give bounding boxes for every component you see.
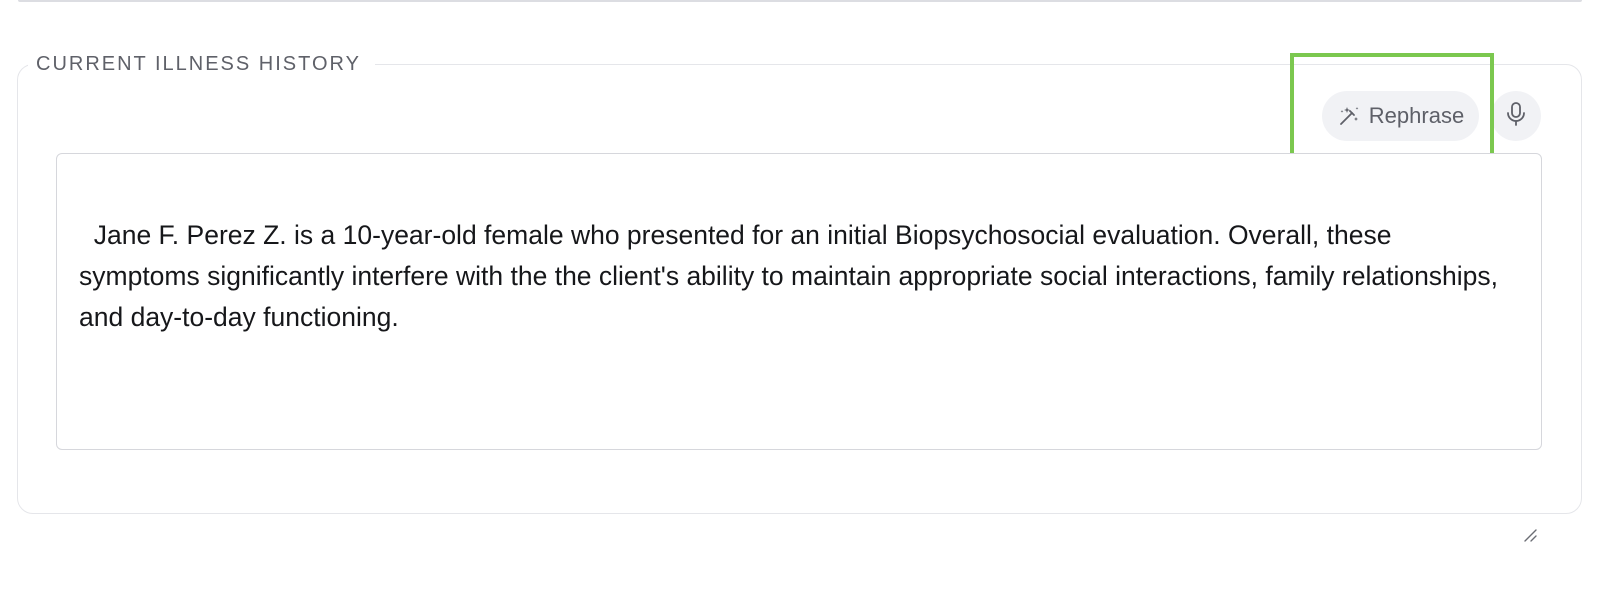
magic-wand-icon [1337,104,1361,128]
textarea-value: Jane F. Perez Z. is a 10-year-old female… [79,220,1506,332]
microphone-button[interactable] [1491,91,1541,141]
section-title: CURRENT ILLNESS HISTORY [28,52,375,76]
rephrase-label: Rephrase [1368,103,1465,128]
top-divider [18,0,1582,2]
resize-handle-icon[interactable] [1523,431,1537,542]
current-illness-history-textarea[interactable]: Jane F. Perez Z. is a 10-year-old female… [56,153,1542,542]
microphone-icon [1505,101,1527,132]
rephrase-button[interactable]: Rephrase [1322,91,1479,141]
